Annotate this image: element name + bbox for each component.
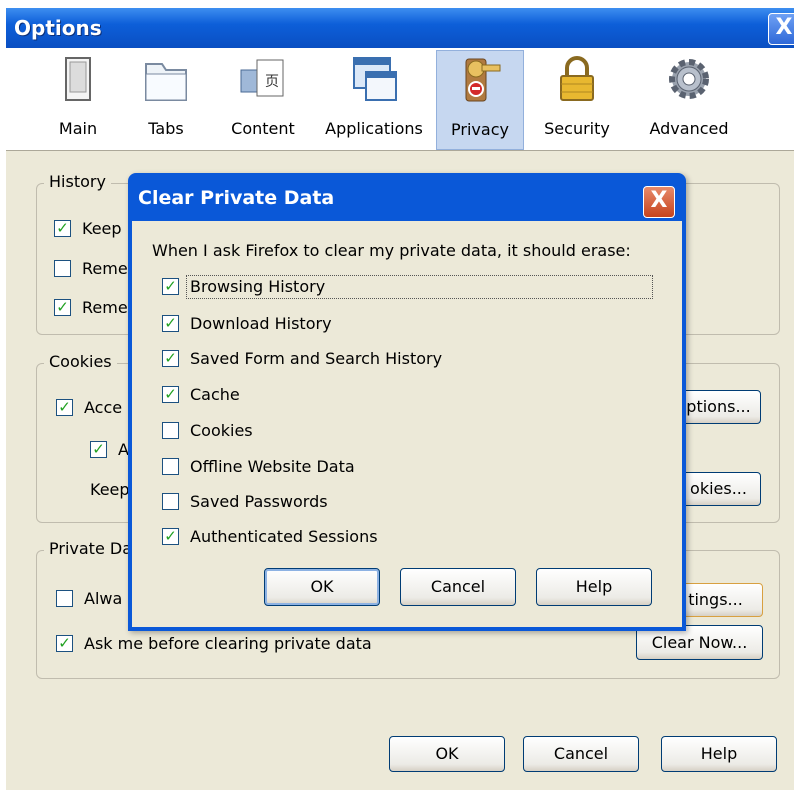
dialog-cancel-button[interactable]: Cancel [400, 568, 516, 606]
dialog-item-form-history: Saved Form and Search History [190, 349, 443, 368]
dialog-close-icon[interactable]: X [643, 186, 675, 218]
dialog-checkbox-cache[interactable]: ✓ [162, 386, 179, 403]
private-ask-label: Ask me before clearing private data [84, 634, 372, 653]
dialog-prompt: When I ask Firefox to clear my private d… [152, 241, 631, 260]
close-icon[interactable]: X [768, 13, 794, 45]
pane-label: Content [231, 119, 295, 138]
pane-advanced[interactable]: Advanced [634, 50, 744, 148]
private-always-label: Alwa [84, 589, 123, 608]
dialog-item-cache: Cache [190, 385, 240, 404]
history-item-remember-forms: Reme [82, 298, 128, 317]
pane-tabs[interactable]: Tabs [124, 50, 208, 148]
svg-text:页: 页 [265, 74, 279, 90]
private-checkbox-ask[interactable]: ✓ [56, 635, 73, 652]
clear-private-data-dialog: Clear Private Data X When I ask Firefox … [128, 173, 686, 631]
pane-main[interactable]: Main [36, 50, 120, 148]
history-checkbox-remember-forms[interactable]: ✓ [54, 299, 71, 316]
cookies-group-label: Cookies [44, 352, 117, 371]
pane-label: Applications [325, 119, 423, 138]
tabs-icon [145, 63, 187, 101]
dialog-ok-button[interactable]: OK [264, 568, 380, 606]
private-checkbox-always[interactable] [56, 590, 73, 607]
dialog-checkbox-form-history[interactable]: ✓ [162, 350, 179, 367]
pane-privacy[interactable]: Privacy [436, 50, 524, 150]
cookies-checkbox-third-party[interactable]: ✓ [90, 441, 107, 458]
dialog-item-authenticated-sessions: Authenticated Sessions [190, 527, 378, 546]
dialog-body: When I ask Firefox to clear my private d… [132, 221, 682, 627]
show-cookies-button[interactable]: okies... [676, 472, 761, 506]
history-group-label: History [44, 172, 111, 191]
dialog-item-browsing-history: Browsing History [190, 277, 326, 296]
private-data-group-label: Private Da [44, 539, 137, 558]
title-bar[interactable]: Options X [6, 8, 794, 48]
dialog-checkbox-saved-passwords[interactable] [162, 493, 179, 510]
dialog-item-offline-data: Offline Website Data [190, 457, 355, 476]
dialog-checkbox-offline-data[interactable] [162, 458, 179, 475]
pane-label: Main [58, 119, 98, 138]
options-ok-button[interactable]: OK [389, 736, 505, 772]
dialog-checkbox-download-history[interactable]: ✓ [162, 315, 179, 332]
main-icon [65, 57, 91, 101]
cookies-accept-label: Acce [84, 398, 123, 417]
window-title: Options [14, 16, 102, 40]
pane-label: Advanced [649, 119, 729, 138]
applications-icon [353, 57, 397, 101]
dialog-item-cookies: Cookies [190, 421, 253, 440]
dialog-item-saved-passwords: Saved Passwords [190, 492, 328, 511]
pane-label: Tabs [148, 119, 184, 138]
options-help-button[interactable]: Help [661, 736, 777, 772]
dialog-title: Clear Private Data [138, 187, 335, 209]
pane-label: Privacy [451, 120, 509, 139]
dialog-item-download-history: Download History [190, 314, 332, 333]
history-checkbox-remember-downloads[interactable] [54, 260, 71, 277]
pane-security[interactable]: Security [532, 50, 622, 148]
history-item-keep: Keep [82, 219, 122, 238]
cookies-keep-label: Keep [90, 480, 130, 499]
advanced-icon [669, 59, 709, 99]
options-cancel-button[interactable]: Cancel [523, 736, 639, 772]
dialog-checkbox-browsing-history[interactable]: ✓ [162, 278, 179, 295]
pane-content[interactable]: 页 Content [218, 50, 308, 148]
content-icon: 页 [240, 59, 284, 97]
dialog-checkbox-cookies[interactable] [162, 422, 179, 439]
privacy-icon [465, 58, 501, 102]
exceptions-button[interactable]: ptions... [676, 390, 761, 424]
history-item-remember-downloads: Reme [82, 259, 128, 278]
cookies-checkbox-accept[interactable]: ✓ [56, 399, 73, 416]
dialog-help-button[interactable]: Help [536, 568, 652, 606]
pane-label: Security [544, 119, 610, 138]
pane-toolbar: Main Tabs 页 Content Applications Privacy… [6, 48, 794, 151]
dialog-checkbox-authenticated-sessions[interactable]: ✓ [162, 528, 179, 545]
security-icon [560, 56, 594, 101]
pane-applications[interactable]: Applications [314, 50, 434, 148]
history-checkbox-keep[interactable]: ✓ [54, 220, 71, 237]
